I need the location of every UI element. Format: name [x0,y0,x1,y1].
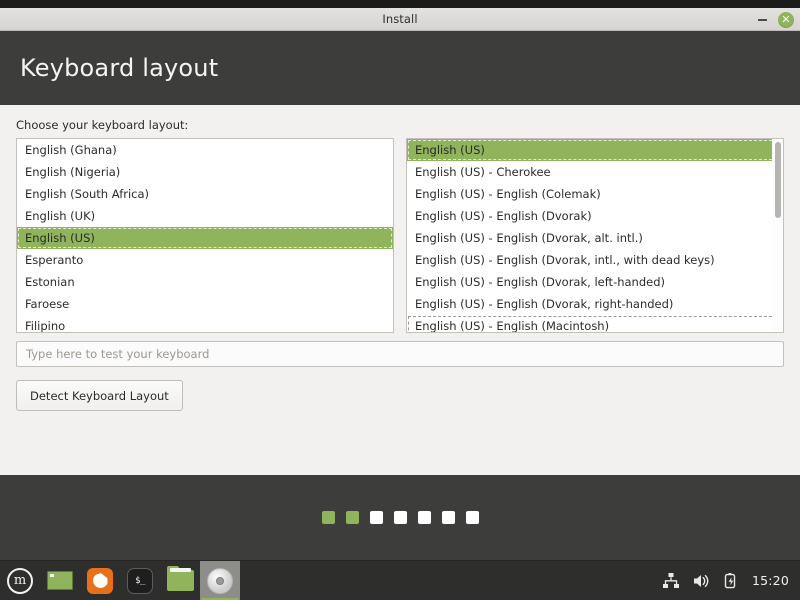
window-title: Install [382,12,418,26]
window-controls: ✕ [755,8,794,31]
mint-menu-button[interactable]: m [0,561,40,600]
variant-list-item[interactable]: English (US) - English (Macintosh) [407,315,783,332]
keyboard-test-input[interactable] [16,341,784,367]
taskbar-button[interactable] [40,561,80,600]
taskbar-button[interactable]: $_ [120,561,160,600]
layout-lists: English (Ghana) English (Nigeria) English … [16,138,784,333]
layout-list-item[interactable]: Faroese [17,293,393,315]
battery-charging-icon[interactable] [722,572,740,590]
taskbar-button[interactable] [160,561,200,600]
layout-list-item[interactable]: Filipino [17,315,393,332]
close-icon: ✕ [781,13,791,26]
taskbar: m $_ 15:20 [0,560,800,600]
layout-list-item[interactable]: Esperanto [17,249,393,271]
variant-list-item[interactable]: English (US) - English (Dvorak, right-ha… [407,293,783,315]
progress-dots [321,511,479,524]
network-icon[interactable] [662,572,680,590]
variant-list-item[interactable]: English (US) - English (Colemak) [407,183,783,205]
page-header: Keyboard layout [0,31,800,105]
variant-list-item[interactable]: English (US) [407,139,783,161]
keyboard-layout-list[interactable]: English (Ghana) English (Nigeria) English … [16,138,394,333]
taskbar-clock: 15:20 [751,573,789,588]
layout-list-item[interactable]: English (US) [17,227,393,249]
mint-menu-icon: m [7,567,33,594]
firefox-glyph [92,573,108,588]
volume-icon[interactable] [692,572,710,590]
progress-dot [369,511,383,524]
window-list-icon [47,571,73,590]
window-title-bar: Install ✕ [0,8,800,31]
installer-disc-icon [207,567,233,594]
minimize-button[interactable] [755,13,769,27]
keyboard-variant-list[interactable]: English (US) English (US) - Cherokee Engli… [406,138,784,333]
system-tray: 15:20 [662,572,800,590]
progress-dot [393,511,407,524]
detect-keyboard-layout-button[interactable]: Detect Keyboard Layout [16,380,183,411]
layout-list-item[interactable]: English (Ghana) [17,139,393,161]
choose-layout-label: Choose your keyboard layout: [16,118,189,132]
progress-footer [0,475,800,560]
layout-list-item[interactable]: Estonian [17,271,393,293]
firefox-icon [87,567,113,594]
terminal-icon: $_ [127,567,153,594]
variant-list-item[interactable]: English (US) - English (Dvorak, alt. int… [407,227,783,249]
variant-list-item[interactable]: English (US) - English (Dvorak, left-han… [407,271,783,293]
variant-list-item[interactable]: English (US) - Cherokee [407,161,783,183]
taskbar-button[interactable] [200,560,240,600]
file-manager-icon [166,566,194,591]
layout-list-item[interactable]: English (UK) [17,205,393,227]
progress-dot [345,511,359,524]
close-button[interactable]: ✕ [778,11,794,28]
taskbar-button[interactable] [80,561,120,600]
variant-list-scrollbar[interactable] [772,139,783,332]
layout-list-item[interactable]: English (Nigeria) [17,161,393,183]
progress-dot [417,511,431,524]
page-title: Keyboard layout [20,54,219,82]
taskbar-items: $_ [40,560,240,600]
progress-dot [321,511,335,524]
progress-dot [465,511,479,524]
layout-list-item[interactable]: English (South Africa) [17,183,393,205]
disc-hub [216,576,224,585]
progress-dot [441,511,455,524]
scrollbar-thumb[interactable] [775,142,781,218]
variant-list-item[interactable]: English (US) - English (Dvorak, intl., w… [407,249,783,271]
variant-list-item[interactable]: English (US) - English (Dvorak) [407,205,783,227]
